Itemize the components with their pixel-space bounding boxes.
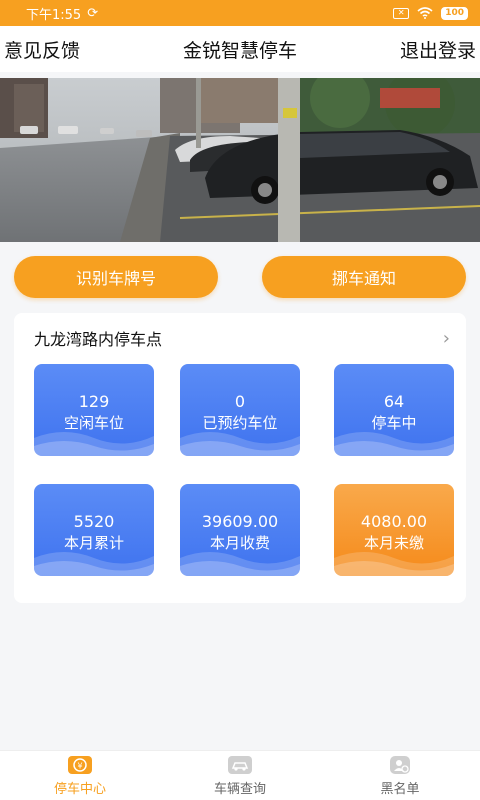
stat-value: 129 [78, 392, 110, 411]
chevron-right-icon[interactable]: › [443, 328, 450, 349]
battery-indicator: 100 [441, 6, 468, 20]
car-search-icon [228, 755, 252, 774]
feedback-button[interactable]: 意见反馈 [4, 36, 80, 63]
parking-lot-card: 九龙湾路内停车点 › 129 空闲车位 0 已预约车位 64 停车中 5520 … [14, 313, 466, 603]
stat-value: 64 [383, 392, 405, 411]
wave-decoration [34, 552, 154, 576]
sync-icon: ⟳ [87, 5, 99, 21]
notification-x-icon: ✕ [393, 7, 410, 19]
wifi-icon [417, 7, 433, 19]
stat-tile-month-income[interactable]: 39609.00 本月收费 [180, 484, 300, 576]
stat-tile-free-spaces[interactable]: 129 空闲车位 [34, 364, 154, 456]
stat-value: 4080.00 [360, 512, 428, 531]
bottom-tab-bar: ¥ 停车中心 车辆查询 黑名单 [0, 750, 480, 800]
parking-lot-name: 九龙湾路内停车点 [34, 330, 163, 349]
wave-decoration [334, 552, 454, 576]
blacklist-icon [390, 755, 410, 774]
stat-tile-month-total[interactable]: 5520 本月累计 [34, 484, 154, 576]
stat-value: 39609.00 [201, 512, 279, 531]
identify-plate-button[interactable]: 识别车牌号 [14, 256, 218, 298]
tab-label: 停车中心 [53, 781, 106, 797]
logout-button[interactable]: 退出登录 [400, 36, 476, 63]
wave-decoration [180, 432, 300, 456]
top-navbar: 意见反馈 金锐智慧停车 退出登录 [0, 26, 480, 72]
wave-decoration [34, 432, 154, 456]
tab-vehicle-search[interactable]: 车辆查询 [160, 751, 320, 800]
stat-tile-month-unpaid[interactable]: 4080.00 本月未缴 [334, 484, 454, 576]
stat-tile-parking-now[interactable]: 64 停车中 [334, 364, 454, 456]
tab-parking-center[interactable]: ¥ 停车中心 [0, 751, 160, 800]
stat-tile-reserved-spaces[interactable]: 0 已预约车位 [180, 364, 300, 456]
banner-image [0, 78, 480, 242]
wave-decoration [180, 552, 300, 576]
action-row: 识别车牌号 挪车通知 [14, 256, 466, 300]
tab-label: 车辆查询 [213, 781, 266, 797]
svg-text:¥: ¥ [77, 761, 82, 770]
status-bar: 下午1:55 ⟳ ✕ 100 [0, 0, 480, 26]
status-time: 下午1:55 [26, 7, 82, 23]
stat-value: 5520 [73, 512, 115, 531]
stat-value: 0 [234, 392, 246, 411]
tab-blacklist[interactable]: 黑名单 [320, 751, 480, 800]
wave-decoration [334, 432, 454, 456]
parking-lot-header[interactable]: 九龙湾路内停车点 › [34, 327, 450, 350]
tab-label: 黑名单 [380, 781, 420, 797]
move-car-notice-button[interactable]: 挪车通知 [262, 256, 466, 298]
parking-center-icon: ¥ [68, 755, 92, 774]
